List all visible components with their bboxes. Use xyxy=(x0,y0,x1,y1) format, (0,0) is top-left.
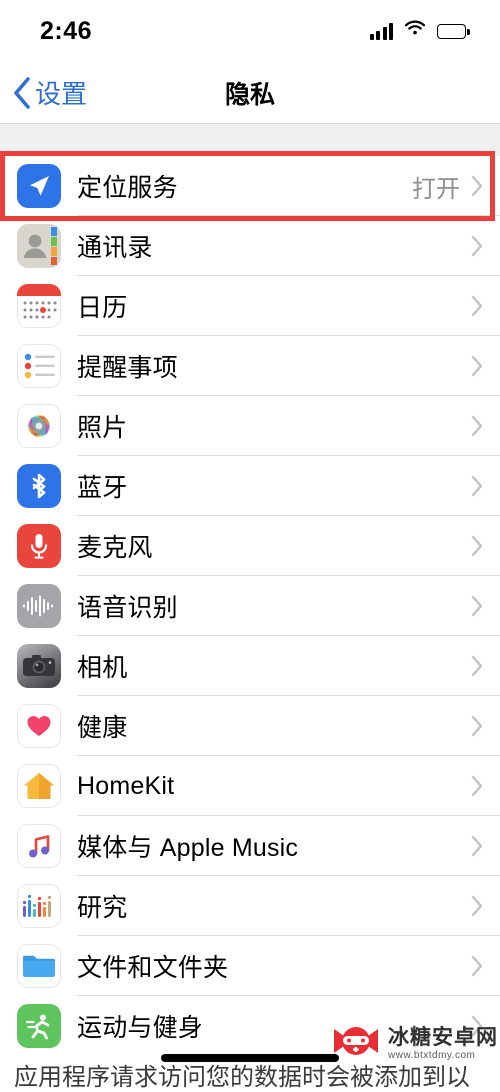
list-item-label: 麦克风 xyxy=(77,534,153,562)
chevron-right-icon xyxy=(471,655,483,677)
research-icon xyxy=(17,884,61,928)
privacy-settings-list: 定位服务 打开 通讯录 日历 提醒事项 照片 蓝牙 麦克风 语音识别 相机 健康… xyxy=(0,151,500,1056)
list-item-accessory xyxy=(470,594,500,618)
contacts-icon xyxy=(17,224,61,268)
homekit-icon xyxy=(17,764,61,808)
status-bar-time: 2:46 xyxy=(40,16,93,45)
apple-music-icon xyxy=(17,824,61,868)
chevron-left-icon xyxy=(12,76,32,110)
chevron-right-icon xyxy=(471,475,483,497)
list-item[interactable]: 研究 xyxy=(0,876,500,936)
cellular-signal-icon xyxy=(369,22,393,40)
speech-recognition-icon xyxy=(17,584,61,628)
list-item-label: HomeKit xyxy=(77,771,175,800)
chevron-right-icon xyxy=(471,535,483,557)
list-item-accessory xyxy=(470,894,500,918)
status-value: 打开 xyxy=(412,175,460,203)
list-item-label: 定位服务 xyxy=(77,174,178,202)
back-button-label: 设置 xyxy=(35,79,88,109)
list-item-label: 日历 xyxy=(77,294,128,322)
list-item-accessory xyxy=(470,834,500,858)
watermark-title: 冰糖安卓网 xyxy=(388,1024,498,1049)
list-item-accessory xyxy=(470,354,500,378)
wifi-icon xyxy=(404,20,426,42)
battery-icon xyxy=(437,23,470,39)
chevron-right-icon xyxy=(471,355,483,377)
gamepad-ninja-logo-icon xyxy=(330,1021,382,1066)
list-item-accessory xyxy=(470,774,500,798)
list-item-accessory xyxy=(470,234,500,258)
list-item-accessory xyxy=(470,654,500,678)
list-item-accessory xyxy=(470,954,500,978)
list-item[interactable]: 提醒事项 xyxy=(0,336,500,396)
list-item[interactable]: 相机 xyxy=(0,636,500,696)
back-button[interactable]: 设置 xyxy=(0,74,87,111)
camera-icon xyxy=(17,644,61,688)
list-item-label: 媒体与 Apple Music xyxy=(77,834,299,862)
watermark-url: www.btxtdmy.com xyxy=(388,1049,476,1061)
list-item-accessory xyxy=(470,474,500,498)
list-item[interactable]: HomeKit xyxy=(0,756,500,816)
photos-icon xyxy=(17,404,61,448)
list-item-label: 运动与健身 xyxy=(77,1014,204,1042)
list-item[interactable]: 麦克风 xyxy=(0,516,500,576)
list-item-label: 文件和文件夹 xyxy=(77,954,229,982)
list-item-label: 相机 xyxy=(77,654,128,682)
list-item-label: 照片 xyxy=(77,414,128,442)
list-item-accessory: 打开 xyxy=(412,169,500,204)
row-separator xyxy=(77,215,500,216)
list-item[interactable]: 蓝牙 xyxy=(0,456,500,516)
list-item-accessory xyxy=(470,714,500,738)
chevron-right-icon xyxy=(471,775,483,797)
home-indicator[interactable] xyxy=(161,1054,339,1062)
reminders-icon xyxy=(17,344,61,388)
location-services-icon xyxy=(17,164,61,208)
chevron-right-icon xyxy=(471,835,483,857)
list-item[interactable]: 日历 xyxy=(0,276,500,336)
calendar-icon xyxy=(17,284,61,328)
list-item-label: 通讯录 xyxy=(77,234,153,262)
status-bar-indicators xyxy=(369,20,470,42)
section-gap xyxy=(0,124,500,156)
files-folders-icon xyxy=(17,944,61,988)
list-item-label: 蓝牙 xyxy=(77,474,128,502)
chevron-right-icon xyxy=(471,235,483,257)
navigation-bar: 设置 隐私 xyxy=(0,62,500,124)
health-icon xyxy=(17,704,61,748)
list-item[interactable]: 照片 xyxy=(0,396,500,456)
list-item-label: 提醒事项 xyxy=(77,354,178,382)
chevron-right-icon xyxy=(471,415,483,437)
list-item-accessory xyxy=(470,294,500,318)
chevron-right-icon xyxy=(471,175,483,197)
site-watermark: 冰糖安卓网 www.btxtdmy.com xyxy=(330,1021,498,1066)
list-item[interactable]: 文件和文件夹 xyxy=(0,936,500,996)
list-item-label: 研究 xyxy=(77,894,128,922)
chevron-right-icon xyxy=(471,895,483,917)
chevron-right-icon xyxy=(471,295,483,317)
status-bar: 2:46 xyxy=(0,0,500,62)
list-item-accessory xyxy=(470,414,500,438)
bluetooth-icon xyxy=(17,464,61,508)
chevron-right-icon xyxy=(471,715,483,737)
list-item-accessory xyxy=(470,534,500,558)
chevron-right-icon xyxy=(471,955,483,977)
list-item[interactable]: 媒体与 Apple Music xyxy=(0,816,500,876)
list-item-label: 语音识别 xyxy=(77,594,178,622)
motion-fitness-icon xyxy=(17,1004,61,1048)
list-item[interactable]: 健康 xyxy=(0,696,500,756)
list-item[interactable]: 定位服务 打开 xyxy=(0,156,500,216)
list-item[interactable]: 语音识别 xyxy=(0,576,500,636)
list-item-label: 健康 xyxy=(77,714,128,742)
microphone-icon xyxy=(17,524,61,568)
list-item[interactable]: 通讯录 xyxy=(0,216,500,276)
chevron-right-icon xyxy=(471,595,483,617)
